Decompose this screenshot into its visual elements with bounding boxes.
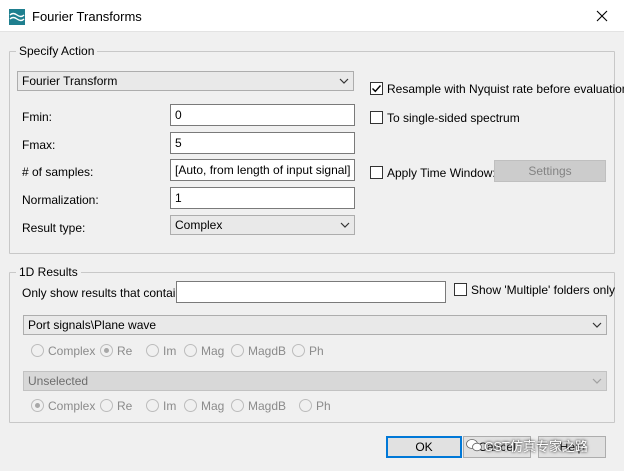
- fmin-label: Fmin:: [22, 110, 52, 124]
- primary-radio-magdb[interactable]: [231, 344, 244, 357]
- secondary-radio-ph[interactable]: [299, 399, 312, 412]
- primary-radio-im-label: Im: [163, 344, 177, 358]
- primary-radio-re-label: Re: [117, 344, 133, 358]
- primary-radio-im[interactable]: [146, 344, 159, 357]
- secondary-radio-re[interactable]: [100, 399, 113, 412]
- secondary-radio-mag[interactable]: [184, 399, 197, 412]
- filter-input[interactable]: [176, 281, 446, 303]
- window-title: Fourier Transforms: [32, 9, 142, 24]
- fmin-input[interactable]: 0: [170, 104, 355, 126]
- secondary-radio-magdb[interactable]: [231, 399, 244, 412]
- primary-radio-mag-label: Mag: [201, 344, 225, 358]
- chat-bubble-icon: [466, 439, 482, 452]
- samples-label: # of samples:: [22, 165, 94, 179]
- checkmark-icon: [372, 85, 382, 93]
- primary-radio-magdb-label: MagdB: [248, 344, 287, 358]
- time-window-label: Apply Time Window:: [387, 166, 496, 180]
- primary-result-value: Port signals\Plane wave: [28, 318, 157, 332]
- filter-label: Only show results that contain:: [22, 286, 186, 300]
- chevron-down-icon: [340, 221, 350, 229]
- primary-radio-mag[interactable]: [184, 344, 197, 357]
- single-sided-label: To single-sided spectrum: [387, 111, 520, 125]
- multiple-only-checkbox[interactable]: [454, 283, 467, 296]
- primary-radio-ph-label: Ph: [309, 344, 324, 358]
- close-icon: [596, 10, 608, 22]
- close-button[interactable]: [580, 0, 624, 32]
- secondary-radio-magdb-label: MagdB: [248, 399, 287, 413]
- result-type-value: Complex: [175, 218, 223, 232]
- primary-radio-re[interactable]: [100, 344, 113, 357]
- primary-result-select[interactable]: Port signals\Plane wave: [23, 315, 607, 335]
- transform-type-value: Fourier Transform: [22, 74, 118, 88]
- settings-button[interactable]: Settings: [494, 160, 606, 182]
- result-type-label: Result type:: [22, 221, 86, 235]
- secondary-radio-im[interactable]: [146, 399, 159, 412]
- primary-radio-ph[interactable]: [292, 344, 305, 357]
- result-type-select[interactable]: Complex: [170, 215, 355, 235]
- normalization-input[interactable]: 1: [170, 187, 355, 209]
- secondary-radio-complex-label: Complex: [48, 399, 96, 413]
- primary-radio-complex[interactable]: [31, 344, 44, 357]
- time-window-checkbox[interactable]: [370, 166, 383, 179]
- multiple-only-label: Show 'Multiple' folders only: [471, 283, 615, 297]
- chevron-down-icon: [592, 377, 602, 385]
- resample-checkbox[interactable]: [370, 82, 383, 95]
- chevron-down-icon: [592, 321, 602, 329]
- chevron-down-icon: [339, 77, 349, 85]
- watermark-text: CST仿真专家之路: [484, 439, 589, 454]
- secondary-radio-re-label: Re: [117, 399, 133, 413]
- fmax-label: Fmax:: [22, 138, 56, 152]
- resample-label: Resample with Nyquist rate before evalua…: [387, 82, 624, 96]
- secondary-radio-ph-label: Ph: [316, 399, 331, 413]
- normalization-label: Normalization:: [22, 193, 99, 207]
- primary-radio-complex-label: Complex: [48, 344, 96, 358]
- title-bar: Fourier Transforms: [0, 0, 624, 32]
- ok-button[interactable]: OK: [386, 436, 462, 458]
- fmax-input[interactable]: 5: [170, 132, 355, 154]
- secondary-result-select[interactable]: Unselected: [23, 371, 607, 391]
- single-sided-checkbox[interactable]: [370, 111, 383, 124]
- secondary-radio-im-label: Im: [163, 399, 177, 413]
- transform-type-select[interactable]: Fourier Transform: [17, 71, 354, 91]
- secondary-result-value: Unselected: [28, 374, 89, 388]
- secondary-radio-mag-label: Mag: [201, 399, 225, 413]
- results-1d-legend: 1D Results: [16, 265, 81, 279]
- specify-action-legend: Specify Action: [16, 44, 98, 58]
- samples-input[interactable]: [Auto, from length of input signal]: [170, 159, 355, 181]
- app-wave-icon: [9, 9, 25, 25]
- secondary-radio-complex[interactable]: [31, 399, 44, 412]
